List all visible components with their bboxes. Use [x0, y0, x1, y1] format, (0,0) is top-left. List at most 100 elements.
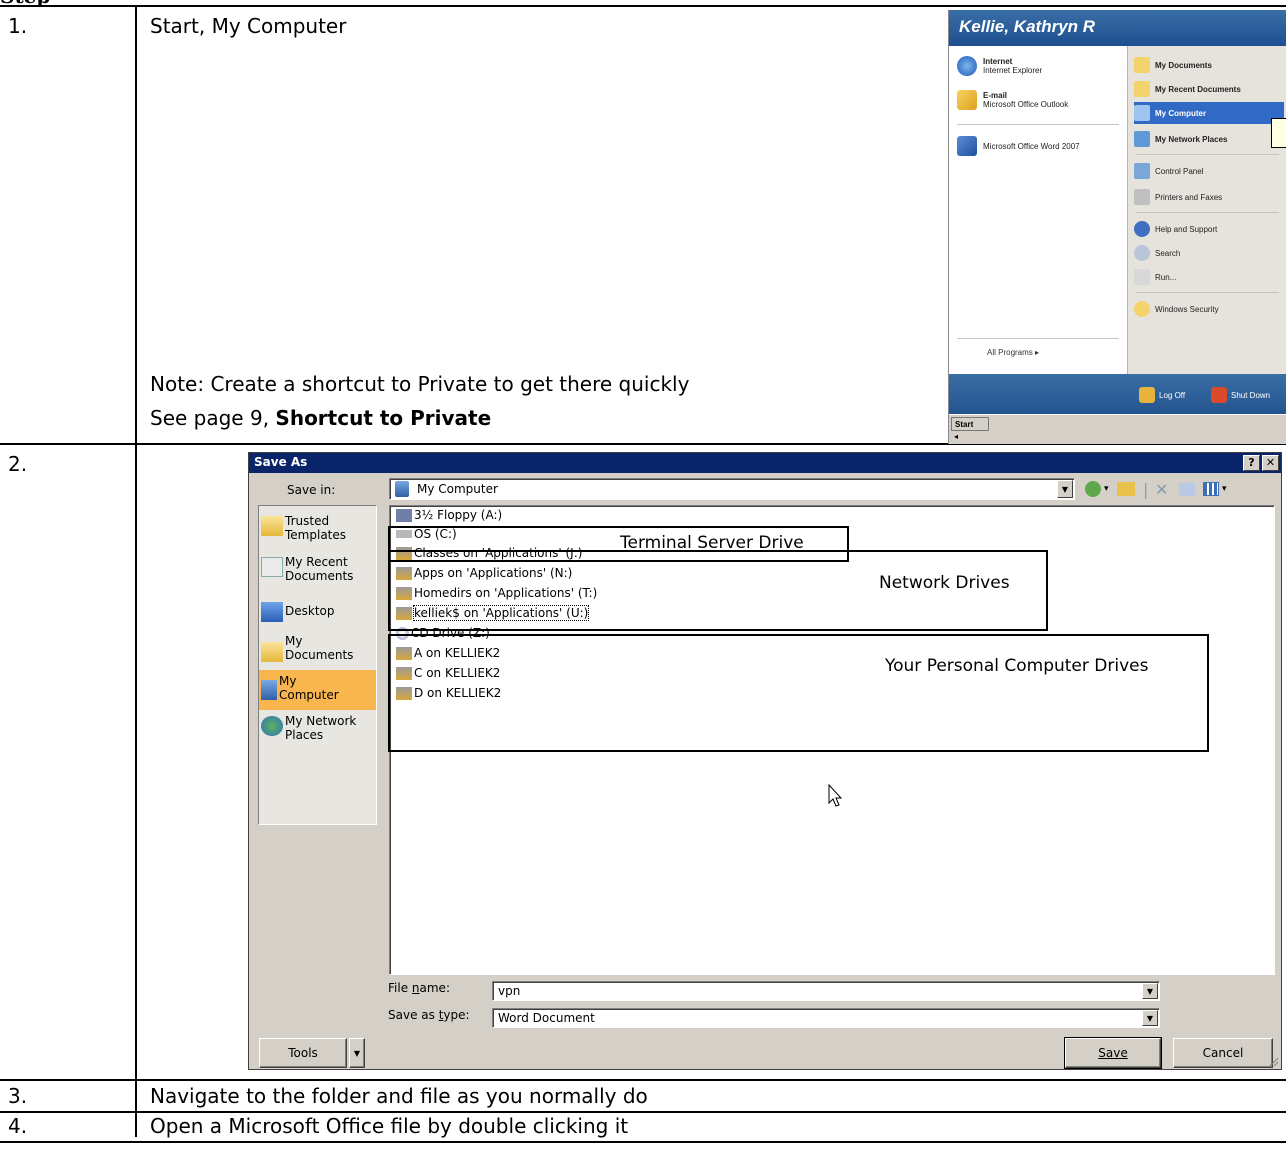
menu-recent-documents[interactable]: My Recent Documents: [1134, 78, 1284, 100]
step-number: 4.: [8, 1114, 28, 1138]
cancel-button[interactable]: Cancel: [1173, 1038, 1273, 1068]
file-name-value: vpn: [498, 984, 521, 998]
search-icon: [1134, 245, 1150, 261]
power-icon: [1211, 387, 1227, 403]
start-button[interactable]: Start: [951, 417, 989, 431]
start-menu-user: Kellie, Kathryn R: [949, 10, 1286, 46]
place-recent-documents[interactable]: My Recent Documents: [259, 551, 376, 583]
shut-down-button[interactable]: Shut Down: [1211, 386, 1270, 404]
pinned-internet[interactable]: Internet Internet Explorer: [957, 52, 1042, 80]
ie-icon: [957, 56, 977, 76]
computer-icon: [395, 481, 409, 497]
step-number: 3.: [8, 1084, 28, 1108]
run-icon: [1134, 269, 1150, 285]
save-in-label: Save in:: [287, 483, 336, 497]
save-type-dropdown[interactable]: Word Document ▼: [492, 1008, 1160, 1028]
dialog-titlebar: Save As ? ✕: [249, 453, 1281, 473]
note-link-title: Shortcut to Private: [275, 406, 492, 430]
start-menu-pinned: Internet Internet Explorer E-mail Microsof…: [949, 46, 1127, 374]
chevron-down-icon[interactable]: ▼: [1142, 983, 1158, 999]
dialog-title: Save As: [254, 455, 308, 469]
separator-icon: |: [1143, 479, 1149, 499]
outlook-icon: [957, 90, 977, 110]
row-divider: [0, 1111, 1286, 1113]
menu-printers[interactable]: Printers and Faxes: [1134, 186, 1284, 208]
place-network[interactable]: My Network Places: [259, 710, 376, 742]
folder-icon: [1134, 81, 1150, 97]
place-my-computer[interactable]: My Computer: [259, 670, 376, 710]
back-icon[interactable]: ▾: [1085, 480, 1109, 498]
network-icon: [1134, 131, 1150, 147]
all-programs[interactable]: All Programs ▸: [987, 348, 1039, 357]
new-folder-icon[interactable]: [1179, 480, 1195, 498]
drive-item[interactable]: 3½ Floppy (A:): [396, 507, 502, 523]
folder-icon: [261, 642, 283, 662]
save-type-value: Word Document: [498, 1011, 595, 1025]
row-divider: [0, 5, 1286, 7]
menu-help[interactable]: Help and Support: [1134, 218, 1284, 240]
menu-network-places[interactable]: My Network Places: [1134, 128, 1284, 150]
tools-button[interactable]: Tools: [259, 1038, 347, 1068]
network-icon: [261, 716, 283, 736]
annotation-box: [388, 634, 1209, 752]
annotation-personal: Your Personal Computer Drives: [885, 656, 1149, 676]
scroll-left-arrow[interactable]: ◂: [949, 432, 963, 444]
help-button[interactable]: ?: [1243, 455, 1260, 471]
resize-grip-icon[interactable]: [1267, 1055, 1279, 1067]
folder-icon: [1134, 57, 1150, 73]
step-text: Open a Microsoft Office file by double c…: [150, 1114, 629, 1138]
views-icon[interactable]: ▾: [1203, 480, 1227, 498]
row-divider: [0, 1141, 1286, 1143]
annotation-network: Network Drives: [879, 573, 1010, 593]
log-off-icon: [1139, 387, 1155, 403]
log-off-button[interactable]: Log Off: [1139, 386, 1185, 404]
start-menu-places: My Documents My Recent Documents My Comp…: [1127, 46, 1286, 374]
folder-icon: [261, 516, 283, 536]
note-reference: See page 9, Shortcut to Private: [150, 406, 491, 430]
tools-dropdown-button[interactable]: ▼: [349, 1038, 365, 1068]
save-as-dialog: Save As ? ✕ Save in: My Computer ▼ ▾ | ✕…: [248, 452, 1282, 1070]
control-panel-icon: [1134, 163, 1150, 179]
chevron-down-icon: ▼: [353, 1048, 361, 1058]
start-menu-screenshot: Kellie, Kathryn R Internet Internet Explo…: [948, 10, 1286, 444]
close-button[interactable]: ✕: [1262, 455, 1279, 471]
up-folder-icon[interactable]: [1117, 480, 1135, 498]
menu-control-panel[interactable]: Control Panel: [1134, 160, 1284, 182]
recent-documents-icon: [261, 557, 283, 577]
delete-icon[interactable]: ✕: [1155, 480, 1168, 499]
menu-search[interactable]: Search: [1134, 242, 1284, 264]
save-button[interactable]: Save: [1064, 1037, 1162, 1069]
computer-icon: [1134, 105, 1150, 121]
note-prefix: See page 9,: [150, 406, 276, 430]
chevron-down-icon[interactable]: ▼: [1057, 480, 1073, 498]
menu-my-computer[interactable]: My Computer: [1134, 102, 1284, 124]
desktop-icon: [261, 602, 283, 622]
place-trusted-templates[interactable]: Trusted Templates: [259, 510, 376, 542]
floppy-icon: [396, 508, 412, 522]
pinned-email[interactable]: E-mail Microsoft Office Outlook: [957, 86, 1068, 114]
note-line: Note: Create a shortcut to Private to ge…: [150, 372, 690, 396]
chevron-down-icon[interactable]: ▼: [1142, 1010, 1158, 1026]
places-bar: Trusted Templates My Recent Documents De…: [258, 505, 377, 825]
mouse-cursor-icon: [828, 784, 843, 807]
menu-run[interactable]: Run...: [1134, 266, 1284, 288]
place-desktop[interactable]: Desktop: [259, 596, 376, 622]
step-text: Navigate to the folder and file as you n…: [150, 1084, 648, 1108]
start-menu-footer: Log Off Shut Down: [949, 374, 1286, 414]
save-type-label: Save as type:: [388, 1008, 470, 1022]
menu-windows-security[interactable]: Windows Security: [1134, 298, 1284, 320]
file-name-label: File name:: [388, 981, 450, 995]
file-list: 3½ Floppy (A:) OS (C:) Classes on 'Appli…: [388, 505, 1275, 975]
place-my-documents[interactable]: My Documents: [259, 630, 376, 662]
taskbar: Start: [949, 414, 1286, 432]
save-in-value: My Computer: [417, 482, 498, 496]
step-text: Start, My Computer: [150, 14, 347, 38]
file-name-input[interactable]: vpn ▼: [492, 981, 1160, 1001]
step-number: 1.: [8, 14, 28, 38]
pinned-word[interactable]: Microsoft Office Word 2007: [957, 132, 1080, 160]
column-divider: [135, 5, 137, 1137]
computer-icon: [261, 680, 277, 700]
save-in-dropdown[interactable]: My Computer ▼: [389, 478, 1075, 500]
row-divider: [0, 1079, 1286, 1081]
menu-my-documents[interactable]: My Documents: [1134, 54, 1284, 76]
